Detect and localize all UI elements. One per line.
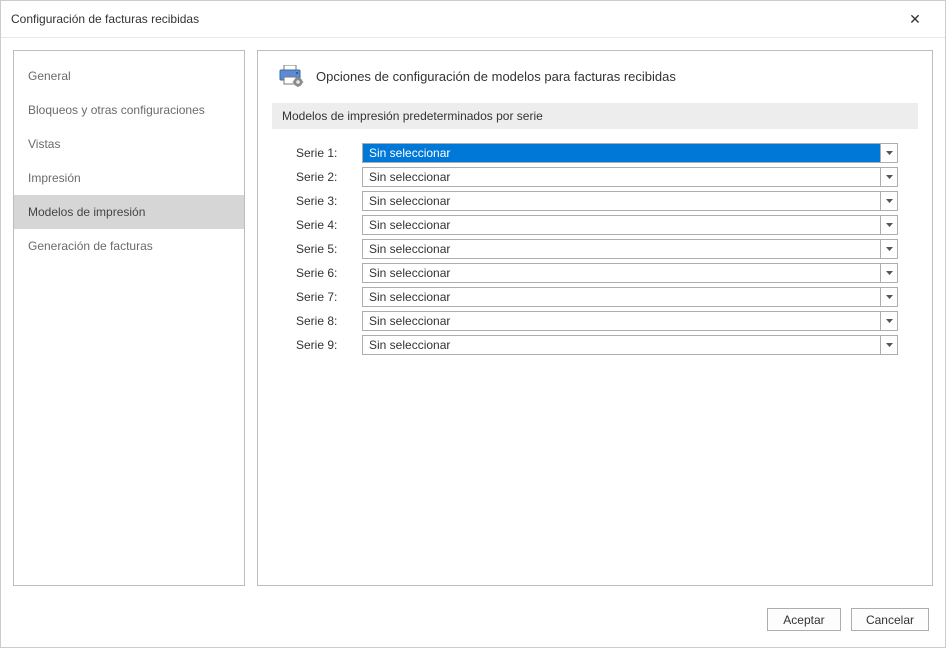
series-row-6: Serie 6: Sin seleccionar — [296, 263, 898, 283]
dropdown-caret[interactable] — [880, 287, 898, 307]
series-select-3[interactable]: Sin seleccionar — [362, 191, 898, 211]
accept-button[interactable]: Aceptar — [767, 608, 841, 631]
select-value: Sin seleccionar — [362, 287, 880, 307]
sidebar-item-label: Bloqueos y otras configuraciones — [28, 103, 205, 117]
series-row-2: Serie 2: Sin seleccionar — [296, 167, 898, 187]
dropdown-caret[interactable] — [880, 263, 898, 283]
series-label: Serie 7: — [296, 290, 350, 304]
panel-header: Opciones de configuración de modelos par… — [272, 65, 918, 87]
select-value: Sin seleccionar — [362, 143, 880, 163]
chevron-down-icon — [886, 343, 893, 347]
series-row-5: Serie 5: Sin seleccionar — [296, 239, 898, 259]
window-title: Configuración de facturas recibidas — [11, 12, 199, 26]
dropdown-caret[interactable] — [880, 215, 898, 235]
sidebar-item-label: Impresión — [28, 171, 81, 185]
series-row-1: Serie 1: Sin seleccionar — [296, 143, 898, 163]
series-label: Serie 2: — [296, 170, 350, 184]
dropdown-caret[interactable] — [880, 143, 898, 163]
sidebar-item-label: Generación de facturas — [28, 239, 153, 253]
series-label: Serie 8: — [296, 314, 350, 328]
chevron-down-icon — [886, 223, 893, 227]
series-select-6[interactable]: Sin seleccionar — [362, 263, 898, 283]
sidebar-item-vistas[interactable]: Vistas — [14, 127, 244, 161]
chevron-down-icon — [886, 247, 893, 251]
chevron-down-icon — [886, 199, 893, 203]
chevron-down-icon — [886, 319, 893, 323]
chevron-down-icon — [886, 295, 893, 299]
content-area: General Bloqueos y otras configuraciones… — [1, 38, 945, 598]
series-row-4: Serie 4: Sin seleccionar — [296, 215, 898, 235]
select-value: Sin seleccionar — [362, 311, 880, 331]
sidebar-item-generacion-facturas[interactable]: Generación de facturas — [14, 229, 244, 263]
select-value: Sin seleccionar — [362, 239, 880, 259]
sidebar-item-label: Modelos de impresión — [28, 205, 145, 219]
cancel-button[interactable]: Cancelar — [851, 608, 929, 631]
sidebar-item-label: Vistas — [28, 137, 60, 151]
sidebar-item-modelos-impresion[interactable]: Modelos de impresión — [14, 195, 244, 229]
dropdown-caret[interactable] — [880, 167, 898, 187]
series-select-4[interactable]: Sin seleccionar — [362, 215, 898, 235]
series-row-9: Serie 9: Sin seleccionar — [296, 335, 898, 355]
series-select-1[interactable]: Sin seleccionar — [362, 143, 898, 163]
panel-title: Opciones de configuración de modelos par… — [316, 69, 676, 84]
chevron-down-icon — [886, 151, 893, 155]
select-value: Sin seleccionar — [362, 263, 880, 283]
select-value: Sin seleccionar — [362, 215, 880, 235]
series-label: Serie 1: — [296, 146, 350, 160]
series-select-5[interactable]: Sin seleccionar — [362, 239, 898, 259]
footer: Aceptar Cancelar — [1, 598, 945, 647]
dropdown-caret[interactable] — [880, 239, 898, 259]
select-value: Sin seleccionar — [362, 167, 880, 187]
main-panel: Opciones de configuración de modelos par… — [257, 50, 933, 586]
series-label: Serie 3: — [296, 194, 350, 208]
dropdown-caret[interactable] — [880, 335, 898, 355]
close-button[interactable]: ✕ — [895, 7, 935, 31]
series-row-8: Serie 8: Sin seleccionar — [296, 311, 898, 331]
sidebar-item-bloqueos[interactable]: Bloqueos y otras configuraciones — [14, 93, 244, 127]
dropdown-caret[interactable] — [880, 191, 898, 211]
sidebar-item-impresion[interactable]: Impresión — [14, 161, 244, 195]
series-select-9[interactable]: Sin seleccionar — [362, 335, 898, 355]
section-title: Modelos de impresión predeterminados por… — [272, 103, 918, 129]
series-row-3: Serie 3: Sin seleccionar — [296, 191, 898, 211]
series-select-7[interactable]: Sin seleccionar — [362, 287, 898, 307]
select-value: Sin seleccionar — [362, 191, 880, 211]
series-form: Serie 1: Sin seleccionar Serie 2: Sin se… — [272, 143, 918, 355]
sidebar: General Bloqueos y otras configuraciones… — [13, 50, 245, 586]
series-row-7: Serie 7: Sin seleccionar — [296, 287, 898, 307]
series-label: Serie 5: — [296, 242, 350, 256]
series-label: Serie 6: — [296, 266, 350, 280]
series-select-2[interactable]: Sin seleccionar — [362, 167, 898, 187]
close-icon: ✕ — [909, 11, 921, 28]
printer-settings-icon — [278, 65, 304, 87]
sidebar-item-label: General — [28, 69, 71, 83]
dropdown-caret[interactable] — [880, 311, 898, 331]
titlebar: Configuración de facturas recibidas ✕ — [1, 1, 945, 38]
sidebar-item-general[interactable]: General — [14, 59, 244, 93]
chevron-down-icon — [886, 271, 893, 275]
series-label: Serie 9: — [296, 338, 350, 352]
series-label: Serie 4: — [296, 218, 350, 232]
chevron-down-icon — [886, 175, 893, 179]
series-select-8[interactable]: Sin seleccionar — [362, 311, 898, 331]
select-value: Sin seleccionar — [362, 335, 880, 355]
